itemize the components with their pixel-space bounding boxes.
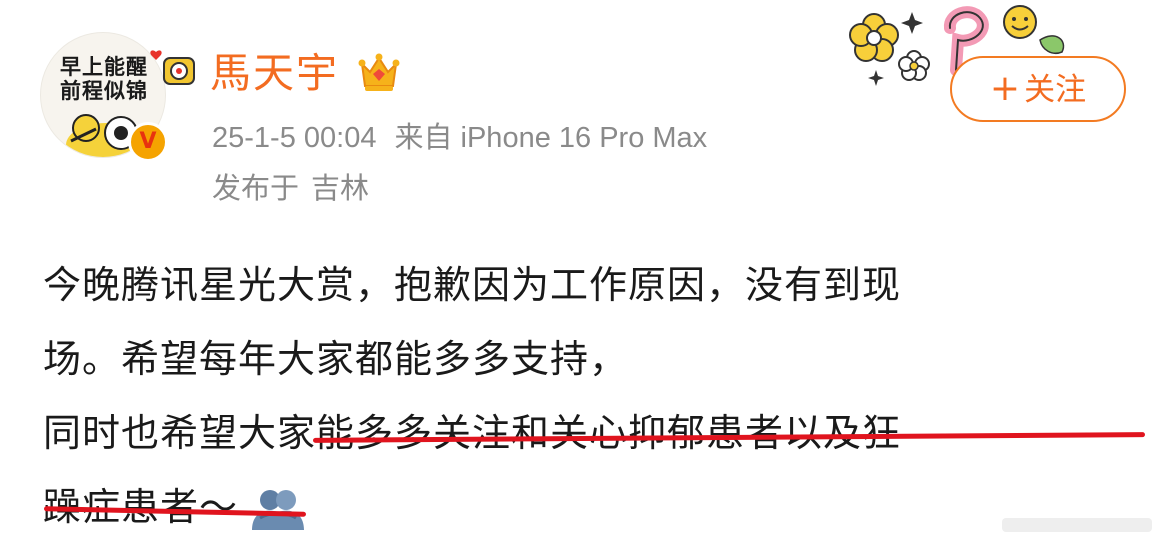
crown-icon <box>358 53 400 91</box>
watermark-icon <box>1002 518 1152 532</box>
location-name: 吉林 <box>311 171 370 205</box>
post-location: 发布于 吉林 <box>212 168 369 208</box>
post-content: 今晚腾讯星光大赏，抱歉因为工作原因，没有到现 场。希望每年大家都能多多支持， 同… <box>43 248 1143 544</box>
post-source: 来自 iPhone 16 Pro Max <box>394 122 708 154</box>
post-content-line: 躁症患者～ <box>43 470 1143 544</box>
location-prefix: 发布于 <box>212 171 300 205</box>
follow-button[interactable]: + 关注 <box>950 56 1126 122</box>
post-timestamp: 25-1-5 00:04 <box>212 122 377 154</box>
post-content-line: 今晚腾讯星光大赏，抱歉因为工作原因，没有到现 <box>43 263 902 307</box>
verified-badge-icon: V <box>128 122 168 162</box>
camera-sticker-icon <box>150 50 195 85</box>
post-content-line: 场。希望每年大家都能多多支持， <box>43 337 629 381</box>
plus-icon: + <box>989 68 1021 109</box>
follow-button-label: 关注 <box>1024 72 1087 108</box>
post-meta: 25-1-5 00:04 来自 iPhone 16 Pro Max <box>212 118 707 158</box>
username[interactable]: 馬天宇 <box>210 47 339 99</box>
hug-emoji-icon <box>252 490 305 530</box>
